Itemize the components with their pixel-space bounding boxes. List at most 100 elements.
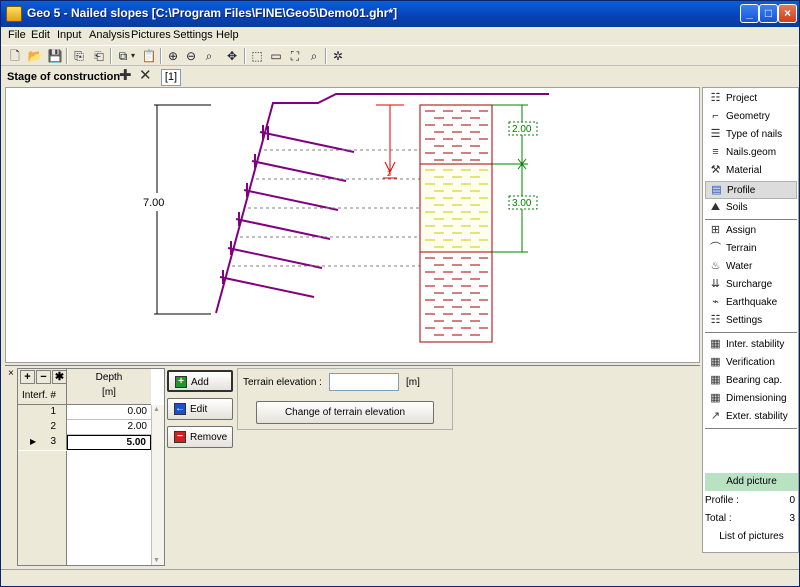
maximize-button[interactable]: □ (759, 4, 778, 23)
table-row-current[interactable]: ▶ 3 5.00 (18, 435, 151, 450)
settings-icon: ☷ (710, 314, 721, 326)
sidebar-item-earthquake[interactable]: ⌁ Earthquake (705, 294, 797, 312)
toolbar-separator (66, 48, 68, 64)
table-row-header-blank (18, 451, 67, 565)
close-button[interactable]: × (778, 4, 797, 23)
list-of-pictures-button[interactable]: List of pictures (705, 531, 798, 542)
redraw-icon[interactable]: ✲ (330, 48, 346, 64)
sidebar-item-terrain[interactable]: ⌒ Terrain (705, 240, 797, 258)
menu-help[interactable]: Help (216, 29, 239, 41)
change-terrain-elevation-button[interactable]: Change of terrain elevation (256, 401, 434, 424)
sidebar-item-dimensioning[interactable]: ▦ Dimensioning (705, 390, 797, 408)
sidebar-item-assign[interactable]: ⊞ Assign (705, 222, 797, 240)
add-icon: + (175, 376, 187, 388)
add-stage-icon[interactable]: ✚ (119, 68, 132, 84)
copy-data-icon[interactable]: ⎘ (71, 48, 87, 64)
zoom-in-icon[interactable]: ⊕ (165, 48, 181, 64)
menu-settings[interactable]: Settings (173, 29, 213, 41)
dimensioning-icon: ▦ (710, 392, 721, 404)
sidebar-separator (705, 428, 797, 430)
exter-stability-icon: ↗ (710, 410, 721, 422)
zoom-window-icon[interactable]: ⌕ (201, 48, 217, 64)
terrain-elevation-unit: [m] (406, 377, 420, 388)
pan-move-icon[interactable]: ✥ (224, 48, 240, 64)
nails-group (219, 125, 355, 298)
row-depth[interactable]: 2.00 (67, 420, 151, 435)
row-number: 2 (18, 420, 67, 435)
sidebar-item-water[interactable]: ♨ Water (705, 258, 797, 276)
zoom-region-icon[interactable]: ⌕ (306, 48, 322, 64)
sidebar-item-nails-geom[interactable]: ≡ Nails.geom (705, 144, 797, 162)
fit-structure-icon[interactable]: ▭ (268, 48, 284, 64)
fit-window-icon[interactable]: ⛶ (287, 48, 303, 64)
sidebar-item-inter-stability[interactable]: ▦ Inter. stability (705, 336, 797, 354)
sidebar-item-material[interactable]: ⚒ Material (705, 162, 797, 180)
layer2-thickness-label: 3.00 (512, 198, 532, 209)
depth-header: Depth [m] (67, 369, 151, 405)
menu-analysis[interactable]: Analysis (89, 29, 130, 41)
project-icon: ☷ (710, 92, 721, 104)
menu-file[interactable]: File (8, 29, 26, 41)
remove-stage-icon[interactable]: ✕ (139, 68, 152, 84)
new-file-icon[interactable]: 🗋 (7, 48, 23, 64)
toolbar-separator (110, 48, 112, 64)
minimize-button[interactable]: _ (740, 4, 759, 23)
menu-pictures[interactable]: Pictures (131, 29, 171, 41)
chevron-down-icon[interactable]: ▾ (129, 48, 137, 64)
add-row-icon[interactable]: + (20, 370, 35, 384)
sidebar-item-bearing-cap[interactable]: ▦ Bearing cap. (705, 372, 797, 390)
open-file-icon[interactable]: 📂 (27, 48, 43, 64)
scroll-up-icon[interactable]: ▲ (153, 406, 160, 413)
sidebar-item-type-of-nails[interactable]: ☰ Type of nails (705, 126, 797, 144)
edit-icon: ← (174, 403, 186, 415)
layer1-thickness-label: 2.00 (512, 124, 532, 135)
profile-icon: ▤ (711, 184, 722, 196)
sidebar-item-surcharge[interactable]: ⇊ Surcharge (705, 276, 797, 294)
asterisk-icon[interactable]: ✱ (52, 370, 67, 384)
row-depth[interactable]: 0.00 (67, 405, 151, 420)
menu-edit[interactable]: Edit (31, 29, 50, 41)
sidebar-item-geometry[interactable]: ⌐ Geometry (705, 108, 797, 126)
add-button[interactable]: + Add (167, 370, 233, 392)
sidebar-item-project[interactable]: ☷ Project (705, 90, 797, 108)
remove-row-icon[interactable]: − (36, 370, 51, 384)
fit-all-icon[interactable]: ⬚ (249, 48, 265, 64)
close-panel-icon[interactable]: × (8, 368, 14, 379)
clipboard-icon[interactable]: 📋 (141, 48, 157, 64)
zoom-out-icon[interactable]: ⊖ (183, 48, 199, 64)
table-row[interactable]: 2 2.00 (18, 420, 151, 435)
material-icon: ⚒ (710, 164, 721, 176)
nail-type-icon: ☰ (710, 128, 721, 140)
table-row[interactable]: 1 0.00 (18, 405, 151, 420)
table-scrollbar[interactable]: ▲ ▼ (151, 405, 164, 565)
stage-tab-1[interactable]: [1] (161, 69, 181, 86)
row-number: 1 (18, 405, 67, 420)
menu-input[interactable]: Input (57, 29, 81, 41)
terrain-elevation-input[interactable] (329, 373, 399, 391)
sidebar-item-profile[interactable]: ▤ Profile (705, 181, 797, 199)
nail-line (259, 131, 355, 153)
title-bar[interactable]: Geo 5 - Nailed slopes [C:\Program Files\… (1, 1, 799, 27)
interface-table: + − ✱ Interf. # Depth [m] 1 0.00 2 2.00 … (17, 368, 165, 566)
add-picture-button[interactable]: Add picture (705, 473, 798, 491)
remove-button[interactable]: − Remove (167, 426, 233, 448)
drawing-canvas[interactable]: 7.00 z 2.00 3.00 (5, 87, 700, 363)
paste-data-icon[interactable]: ⎗ (91, 48, 107, 64)
geometry-icon: ⌐ (712, 110, 719, 122)
save-icon[interactable]: 💾 (47, 48, 63, 64)
edit-button[interactable]: ← Edit (167, 398, 233, 420)
nailed-wall-terrain (215, 93, 549, 314)
scroll-down-icon[interactable]: ▼ (153, 557, 160, 564)
nail-line (235, 218, 331, 240)
toolbar-separator (244, 48, 246, 64)
sidebar-item-verification[interactable]: ▦ Verification (705, 354, 797, 372)
sidebar-item-exter-stability[interactable]: ↗ Exter. stability (705, 408, 797, 426)
geo5-app-icon (6, 6, 22, 22)
sidebar-item-settings[interactable]: ☷ Settings (705, 312, 797, 330)
slope-drawing: 7.00 z 2.00 3.00 (143, 93, 549, 343)
app-window: Geo 5 - Nailed slopes [C:\Program Files\… (0, 0, 800, 587)
row-depth[interactable]: 5.00 (67, 435, 151, 450)
bearing-cap-icon: ▦ (710, 374, 721, 386)
water-icon: ♨ (710, 260, 721, 272)
sidebar-item-soils[interactable]: ⛰ Soils (705, 199, 797, 217)
